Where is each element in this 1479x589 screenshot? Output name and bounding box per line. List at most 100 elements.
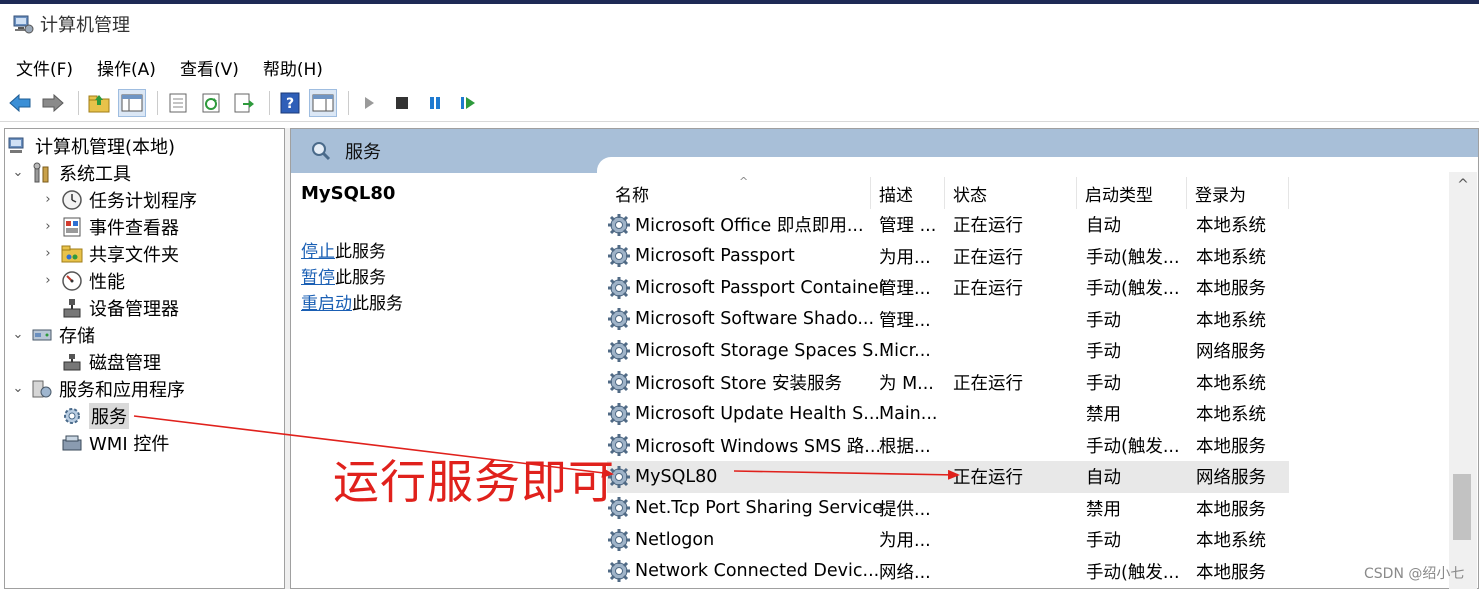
cell-description: 网络... (879, 562, 931, 583)
watermark: CSDN @绍小七 (1364, 566, 1465, 582)
service-name-text: Netlogon (635, 529, 715, 550)
tree-item-storage[interactable]: ⌄ 存储 (9, 321, 95, 348)
services-apps-icon (31, 378, 53, 400)
column-header-label: 启动类型 (1085, 185, 1153, 206)
help-button[interactable]: ? (276, 89, 304, 117)
cell-service-name: Microsoft Store 安装服务 (607, 367, 842, 399)
menu-help[interactable]: 帮助(H) (251, 51, 335, 84)
up-level-button[interactable] (85, 89, 113, 117)
column-header-startup-type[interactable]: 启动类型 (1077, 177, 1187, 209)
properties-button[interactable] (164, 89, 192, 117)
expand-chevron-icon[interactable]: › (39, 192, 57, 207)
show-hide-tree-button[interactable] (118, 88, 146, 117)
service-name-text: Microsoft Storage Spaces S... (635, 340, 891, 361)
table-row[interactable]: MySQL80 正在运行 自动 网络服务 (607, 461, 1289, 493)
pause-service-action: 暂停此服务 (301, 263, 386, 288)
tree-item-device-manager[interactable]: 设备管理器 (39, 294, 179, 321)
tree-item-services[interactable]: 服务 (39, 402, 129, 429)
collapse-chevron-icon[interactable]: ⌄ (9, 381, 27, 396)
column-header-status[interactable]: 状态 (945, 177, 1077, 209)
cell-status: 正在运行 (953, 373, 1023, 394)
export-list-icon (234, 93, 254, 112)
action-pane-button[interactable] (309, 88, 337, 117)
title-bar: 计算机管理 (0, 4, 1479, 44)
tree-item-wmi-control[interactable]: WMI 控件 (39, 429, 169, 456)
forward-button[interactable] (39, 89, 67, 117)
cell-log-on-as: 本地系统 (1196, 216, 1266, 237)
pause-service-button[interactable] (421, 89, 449, 117)
table-row[interactable]: Microsoft Passport 为用... 正在运行 手动(触发... 本地系统 (607, 241, 1289, 273)
extended-description-pane: MySQL80 停止此服务 暂停此服务 重启动此服务 (291, 173, 607, 588)
cell-startup-type: 手动 (1086, 342, 1121, 363)
cell-log-on-as: 本地服务 (1196, 499, 1266, 520)
tree-item-services-and-apps[interactable]: ⌄ 服务和应用程序 (9, 375, 185, 402)
column-header-label: 登录为 (1195, 185, 1246, 206)
cell-service-name: Microsoft Passport (607, 241, 795, 273)
column-header-log-on-as[interactable]: 登录为 (1187, 177, 1289, 209)
table-row[interactable]: Microsoft Update Health S... Main... 禁用 本地系… (607, 398, 1289, 430)
cell-log-on-as: 本地系统 (1196, 247, 1266, 268)
svg-text:?: ? (286, 96, 294, 112)
action-suffix: 此服务 (335, 268, 386, 288)
pause-service-link[interactable]: 暂停 (301, 268, 335, 288)
action-suffix: 此服务 (352, 294, 403, 314)
service-gear-icon (607, 559, 631, 583)
expand-chevron-icon[interactable]: › (39, 246, 57, 261)
menu-file[interactable]: 文件(F) (4, 51, 85, 84)
menu-action[interactable]: 操作(A) (85, 51, 168, 84)
services-pane: 服务 MySQL80 停止此服务 暂停此服务 重启动此服务 名称 ^ 描述 状态… (290, 128, 1479, 589)
back-button[interactable] (6, 89, 34, 117)
collapse-chevron-icon[interactable]: ⌄ (9, 327, 27, 342)
scrollbar-thumb[interactable] (1453, 474, 1471, 540)
performance-icon (61, 270, 83, 292)
tree-item-shared-folders[interactable]: › 共享文件夹 (39, 240, 179, 267)
tree-item-system-tools[interactable]: ⌄ 系统工具 (9, 159, 131, 186)
service-name-text: Microsoft Store 安装服务 (635, 373, 843, 394)
console-tree: 计算机管理(本地) ⌄ 系统工具 › 任务计划程序 › 事件查看器 › 共享文件… (4, 128, 285, 589)
resume-service-button[interactable] (454, 89, 482, 117)
column-header-description[interactable]: 描述 (871, 177, 945, 209)
stop-service-button[interactable] (388, 89, 416, 117)
tree-item-task-scheduler[interactable]: › 任务计划程序 (39, 186, 197, 213)
expand-chevron-icon[interactable]: › (39, 219, 57, 234)
export-list-button[interactable] (230, 89, 258, 117)
table-row[interactable]: Microsoft Office 即点即用... 管理 ... 正在运行 自动 本地系统 (607, 209, 1289, 241)
service-gear-icon (607, 244, 631, 268)
tree-item-performance[interactable]: › 性能 (39, 267, 125, 294)
cell-log-on-as: 本地服务 (1196, 436, 1266, 457)
cell-description: 管理... (879, 279, 931, 300)
service-gear-icon (607, 370, 631, 394)
start-service-button[interactable] (355, 89, 383, 117)
tree-label: 任务计划程序 (89, 190, 197, 212)
cell-log-on-as: 本地系统 (1196, 310, 1266, 331)
action-suffix: 此服务 (335, 242, 386, 262)
stop-service-link[interactable]: 停止 (301, 242, 335, 262)
restart-service-link[interactable]: 重启动 (301, 294, 352, 314)
table-row[interactable]: Microsoft Store 安装服务 为 M... 正在运行 手动 本地系统 (607, 367, 1289, 399)
start-service-icon (365, 96, 374, 109)
table-row[interactable]: Microsoft Software Shado... 管理... 手动 本地系统 (607, 304, 1289, 336)
table-row[interactable]: Microsoft Passport Container 管理... 正在运行 手动(… (607, 272, 1289, 304)
menu-view[interactable]: 查看(V) (168, 51, 251, 84)
tree-label: 磁盘管理 (89, 352, 161, 374)
cell-startup-type: 手动(触发... (1086, 436, 1180, 457)
refresh-button[interactable] (197, 89, 225, 117)
table-row[interactable]: Net.Tcp Port Sharing Service 提供... 禁用 本地服务 (607, 493, 1289, 525)
tree-item-disk-management[interactable]: 磁盘管理 (39, 348, 161, 375)
table-row[interactable]: Microsoft Storage Spaces S... Micr... 手动 网络… (607, 335, 1289, 367)
cell-description: 为用... (879, 531, 931, 552)
action-pane-icon (312, 94, 334, 111)
tree-item-event-viewer[interactable]: › 事件查看器 (39, 213, 179, 240)
service-gear-icon (607, 213, 631, 237)
column-header-name[interactable]: 名称 ^ (607, 175, 871, 209)
tree-item-root[interactable]: 计算机管理(本地) (7, 132, 175, 159)
table-row[interactable]: Netlogon 为用... 手动 本地系统 (607, 524, 1289, 556)
table-row[interactable]: Network Connected Devic... 网络... 手动(触发... 本… (607, 556, 1289, 588)
cell-log-on-as: 网络服务 (1196, 468, 1266, 489)
scroll-up-arrow-icon[interactable]: ^ (1451, 174, 1475, 196)
table-row[interactable]: Microsoft Windows SMS 路... 根据... 手动(触发... 本… (607, 430, 1289, 462)
back-icon (9, 93, 31, 112)
collapse-chevron-icon[interactable]: ⌄ (9, 165, 27, 180)
expand-chevron-icon[interactable]: › (39, 273, 57, 288)
properties-icon (169, 93, 187, 112)
